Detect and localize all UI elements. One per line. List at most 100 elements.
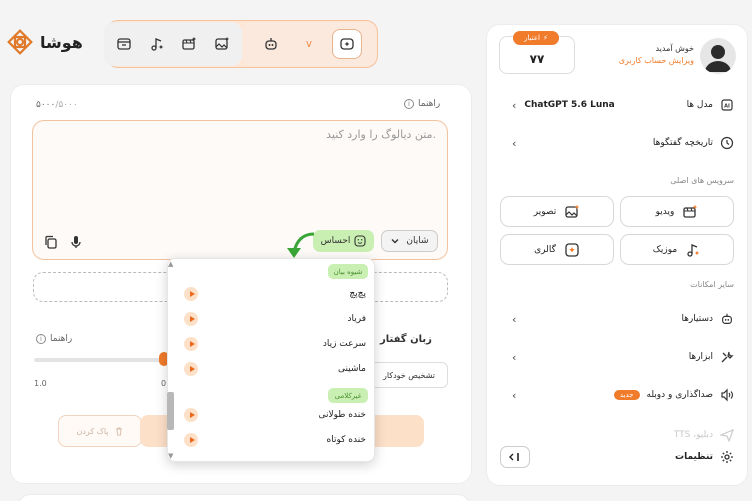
- music-service-button[interactable]: موزیک: [620, 234, 734, 265]
- play-icon[interactable]: [184, 408, 198, 422]
- emotion-option[interactable]: سرعت زیاد: [184, 334, 366, 354]
- assistants-label: دستیارها: [681, 314, 713, 324]
- credit-label: اعتبار: [524, 34, 540, 42]
- video-sparkle-icon: [683, 204, 698, 218]
- info-icon: i: [36, 334, 46, 344]
- chevron-left-icon: ‹: [512, 98, 517, 112]
- video-service-button[interactable]: ویدیو: [620, 196, 734, 227]
- music-service-label: موزیک: [652, 244, 678, 255]
- chevron-down-icon: [391, 239, 399, 244]
- microphone-icon: [71, 236, 81, 248]
- ai-chip-icon: AI: [721, 99, 733, 111]
- speed-guide-label: راهنما: [50, 334, 73, 344]
- play-icon[interactable]: [184, 362, 198, 376]
- sidebar-item-assistants[interactable]: ‹ دستیارها: [512, 308, 734, 330]
- voice-select[interactable]: شایان: [381, 230, 438, 252]
- microphone-button[interactable]: [69, 235, 85, 251]
- chevron-up-icon[interactable]: ▲: [168, 260, 173, 268]
- category-badge: شیوه بیان: [328, 264, 368, 279]
- emotion-option[interactable]: فریاد: [184, 309, 366, 329]
- chevron-down-icon[interactable]: ▼: [168, 452, 173, 460]
- sidebar-item-dubbing[interactable]: ‹ جدید صداگذاری و دوبله: [512, 384, 734, 406]
- dropdown-scrollbar[interactable]: [167, 392, 174, 430]
- svg-text:AI: AI: [724, 104, 730, 110]
- copy-button[interactable]: [44, 235, 60, 251]
- counter-current: ۵۰۰۰: [36, 100, 56, 110]
- editor-guide[interactable]: راهنما i: [404, 99, 440, 109]
- emotion-option-label: فریاد: [347, 314, 366, 324]
- char-counter: ۵۰۰۰/۵۰۰۰: [36, 100, 78, 110]
- sound-icon: [721, 388, 734, 402]
- settings-label: تنظیمات: [675, 452, 713, 462]
- send-icon: [720, 428, 734, 442]
- info-icon: i: [404, 99, 414, 109]
- image-sparkle-icon: [215, 37, 229, 50]
- image-service-label: تصویر: [533, 206, 557, 217]
- trash-icon: [115, 427, 122, 436]
- chevron-left-icon: ‹: [512, 136, 517, 150]
- brand-name: هوشا: [40, 32, 83, 52]
- emotion-option[interactable]: خنده طولانی: [184, 405, 366, 425]
- play-icon[interactable]: [184, 337, 198, 351]
- edit-account-link[interactable]: ویرایش حساب کاربری: [604, 56, 694, 65]
- play-icon[interactable]: [184, 287, 198, 301]
- robot-icon: [722, 313, 732, 324]
- model-value: ChatGPT 5.6 Luna: [524, 100, 615, 110]
- gallery-icon: [565, 242, 579, 257]
- sidebar-item-history[interactable]: ‹ تاریخچه گفتگوها: [512, 132, 734, 154]
- folder-button[interactable]: [109, 29, 139, 59]
- language-select[interactable]: تشخیص خودکار: [370, 362, 448, 388]
- category-badge: غیرکلامی: [328, 388, 368, 403]
- speed-guide[interactable]: i راهنما: [36, 334, 72, 344]
- speed-min-label: 1.0: [34, 379, 47, 388]
- emotion-option[interactable]: ماشینی: [184, 359, 366, 379]
- image-tool-button[interactable]: [207, 29, 237, 59]
- sidebar-item-tools[interactable]: ‹ ابزارها: [512, 346, 734, 368]
- user-icon: [705, 45, 731, 72]
- editor-guide-label: راهنما: [418, 99, 441, 109]
- chat-tool-button[interactable]: [331, 29, 362, 59]
- toolbar-group-left: [104, 22, 242, 66]
- tools-label: ابزارها: [688, 352, 713, 362]
- assistant-tool-button[interactable]: [256, 29, 286, 59]
- emotion-option-label: خنده کوتاه: [326, 435, 366, 445]
- chevron-left-icon: ‹: [512, 388, 517, 402]
- copy-icon: [45, 235, 57, 249]
- video-sparkle-icon: [182, 37, 197, 50]
- emotion-option[interactable]: پچ‌پچ: [184, 284, 366, 304]
- brand-logo[interactable]: هوشا: [6, 28, 83, 56]
- knot-logo-icon: [7, 29, 33, 55]
- avatar[interactable]: [700, 38, 736, 74]
- video-tool-button[interactable]: [174, 29, 204, 59]
- chevron-left-icon: ‹: [512, 312, 517, 326]
- sidebar-item-settings[interactable]: تنظیمات: [512, 446, 734, 468]
- clock-icon: [720, 136, 734, 150]
- main-services-heading: سرویس های اصلی: [670, 176, 734, 185]
- music-sparkle-icon: [151, 38, 164, 51]
- music-sparkle-icon: [687, 243, 700, 257]
- toolbar-tiny-label: V: [306, 39, 312, 49]
- video-service-label: ویدیو: [655, 206, 675, 217]
- sidebar-item-faded[interactable]: TTS ،دبلیو: [512, 424, 734, 446]
- play-icon[interactable]: [184, 433, 198, 447]
- speed-slider-track[interactable]: [34, 358, 166, 362]
- emotion-label: احساس: [320, 236, 351, 246]
- new-badge: جدید: [613, 390, 640, 400]
- image-sparkle-icon: [565, 204, 580, 218]
- model-selector[interactable]: ‹ ChatGPT 5.6 Luna مدل ها AI: [512, 94, 734, 116]
- emotion-option-label: ماشینی: [337, 364, 366, 374]
- clear-button[interactable]: پاک کردن: [58, 415, 142, 447]
- chat-sparkle-icon: [340, 38, 354, 50]
- music-tool-button[interactable]: [142, 29, 172, 59]
- emotion-option-label: سرعت زیاد: [322, 339, 366, 349]
- play-icon[interactable]: [184, 312, 198, 326]
- tools-icon: [721, 351, 734, 363]
- emotion-button[interactable]: احساس: [313, 230, 374, 252]
- robot-icon: [265, 38, 277, 50]
- emotion-option[interactable]: خنده کوتاه: [184, 430, 366, 450]
- chevron-left-icon: ‹: [512, 350, 517, 364]
- image-service-button[interactable]: تصویر: [500, 196, 614, 227]
- gallery-service-button[interactable]: گالری: [500, 234, 614, 265]
- voice-label: شایان: [406, 236, 429, 246]
- gallery-service-label: گالری: [534, 244, 556, 255]
